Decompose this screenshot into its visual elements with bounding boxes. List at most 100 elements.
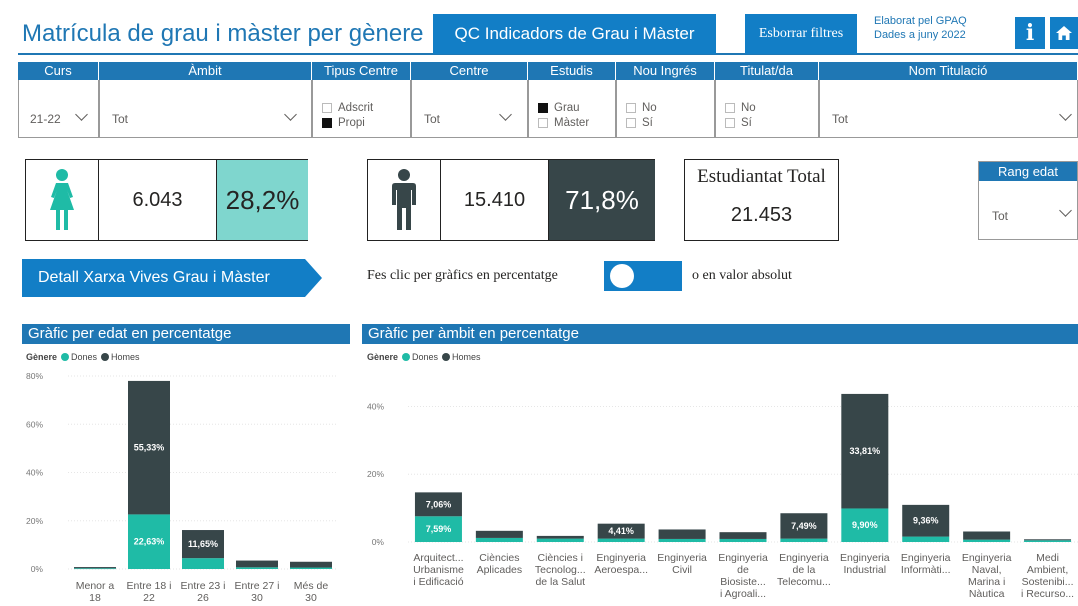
option-label: Sí <box>741 117 752 129</box>
bar-segment-dones[interactable] <box>902 536 950 542</box>
age-chart-legend: Gènere Dones Homes <box>26 352 140 362</box>
bar-segment-dones[interactable] <box>236 567 278 569</box>
total-students-card: Estudiantat Total 21.453 <box>684 159 839 241</box>
titulat-option-si[interactable]: Sí <box>725 117 752 129</box>
men-percent: 71,8% <box>549 160 655 240</box>
x-category-label: Sostenibi... <box>1022 576 1074 588</box>
x-category-label: Enginyeria <box>901 552 951 564</box>
bar-segment-homes[interactable] <box>74 567 116 569</box>
filter-estudis-header: Estudis <box>528 62 616 80</box>
checkbox <box>725 118 735 128</box>
nou-ingres-option-no[interactable]: No <box>626 102 657 114</box>
age-range-value: Tot <box>992 209 1009 223</box>
x-category-label: Urbanisme <box>413 564 464 576</box>
age-stacked-bar-chart: 0% 20% 40% 60% 80% Menor a18 22,63% 55,33% Entre… <box>26 371 338 604</box>
bar-segment-dones[interactable] <box>182 558 224 569</box>
x-category-label: 30 <box>251 592 263 604</box>
bar-segment-dones[interactable] <box>536 538 584 542</box>
option-label: No <box>741 102 756 114</box>
option-label: Propi <box>338 117 365 129</box>
nou-ingres-slicer: No Sí <box>616 80 715 138</box>
x-category-label: de la <box>793 564 816 576</box>
option-label: Grau <box>554 102 580 114</box>
x-category-label: Nàutica <box>969 588 1005 600</box>
centre-dropdown[interactable]: Tot <box>411 80 528 138</box>
chevron-down-icon <box>75 108 88 121</box>
x-category-label: Civil <box>672 564 692 576</box>
x-category-label: Enginyeria <box>596 552 646 564</box>
bar-segment-homes[interactable] <box>536 535 584 539</box>
x-category-label: Enginyeria <box>840 552 890 564</box>
data-label: 9,90% <box>852 520 878 530</box>
x-category-label: Telecomu... <box>777 576 831 588</box>
credits-text: Elaborat pel GPAQ Dades a juny 2022 <box>874 14 967 42</box>
bar-segment-homes[interactable] <box>236 560 278 568</box>
y-tick-label: 0% <box>31 564 44 574</box>
x-category-label: Enginyeria <box>718 552 768 564</box>
estudis-slicer: Grau Màster <box>528 80 616 138</box>
bar-segment-homes[interactable] <box>963 531 1011 540</box>
filter-tipus-centre-header: Tipus Centre <box>312 62 411 80</box>
bar-segment-homes[interactable] <box>658 529 706 539</box>
x-category-label: Menor a <box>76 580 115 592</box>
bar-segment-dones[interactable] <box>780 538 828 542</box>
female-figure <box>50 169 74 230</box>
age-range-dropdown[interactable]: Rang edat Tot <box>978 161 1078 240</box>
data-label: 7,49% <box>791 521 817 531</box>
x-category-label: 22 <box>143 592 155 604</box>
estudis-option-grau[interactable]: Grau <box>538 102 580 114</box>
x-category-label: Ambient, <box>1027 564 1068 576</box>
tipus-centre-option-adscrit[interactable]: Adscrit <box>322 102 373 114</box>
toggle-knob <box>610 264 634 288</box>
qc-indicators-button[interactable]: QC Indicadors de Grau i Màster <box>433 14 716 54</box>
bar-segment-homes[interactable] <box>475 530 523 538</box>
estudis-option-master[interactable]: Màster <box>538 117 589 129</box>
x-category-label: Medi <box>1036 552 1059 564</box>
y-tick-label: 20% <box>367 469 384 479</box>
nou-ingres-option-si[interactable]: Sí <box>626 117 653 129</box>
bar-segment-homes[interactable] <box>719 532 767 539</box>
ambit-dropdown[interactable]: Tot <box>99 80 312 138</box>
filter-curs-header: Curs <box>18 62 99 80</box>
x-category-label: i Agroali... <box>720 588 766 600</box>
info-icon[interactable]: i <box>1015 17 1045 49</box>
bar-segment-dones[interactable] <box>475 537 523 542</box>
age-range-header: Rang edat <box>979 162 1077 181</box>
clear-filters-button[interactable]: Esborrar filtres <box>745 14 857 54</box>
toggle-hint-after: o en valor absolut <box>692 268 792 283</box>
nom-titulacio-value: Tot <box>832 112 849 126</box>
y-tick-label: 40% <box>367 401 384 411</box>
bar-segment-dones[interactable] <box>1024 540 1072 542</box>
total-students-label: Estudiantat Total <box>697 166 826 187</box>
filter-ambit-header: Àmbit <box>99 62 312 80</box>
legend-title: Gènere <box>26 352 58 362</box>
x-category-label: Enginyeria <box>657 552 707 564</box>
curs-dropdown[interactable]: 21-22 <box>18 80 99 138</box>
legend-title: Gènere <box>367 352 399 362</box>
x-category-label: de la Salut <box>535 576 585 588</box>
bar-segment-homes[interactable] <box>1024 539 1072 541</box>
men-count: 15.410 <box>441 160 549 240</box>
x-category-label: Marina i <box>968 576 1005 588</box>
percent-absolute-toggle[interactable] <box>604 261 682 291</box>
bar-segment-dones[interactable] <box>74 568 116 570</box>
home-icon[interactable] <box>1050 17 1078 49</box>
female-icon <box>26 160 99 240</box>
detail-xarxa-vives-button[interactable]: Detall Xarxa Vives Grau i Màster <box>22 259 322 297</box>
nom-titulacio-dropdown[interactable]: Tot <box>819 80 1078 138</box>
bar-segment-dones[interactable] <box>963 539 1011 542</box>
bar-segment-homes[interactable] <box>290 561 332 568</box>
women-kpi-card: 6.043 28,2% <box>25 159 308 241</box>
tipus-centre-option-propi[interactable]: Propi <box>322 117 365 129</box>
toggle-hint-text: Fes clic per gràfics en percentatge <box>367 268 558 283</box>
bar-segment-dones[interactable] <box>658 538 706 542</box>
titulat-option-no[interactable]: No <box>725 102 756 114</box>
checkbox <box>626 103 636 113</box>
centre-value: Tot <box>424 112 441 126</box>
bar-segment-dones[interactable] <box>719 538 767 542</box>
bar-segment-dones[interactable] <box>597 538 645 542</box>
credit-line-2: Dades a juny 2022 <box>874 29 966 41</box>
bar-segment-dones[interactable] <box>290 567 332 569</box>
y-tick-label: 80% <box>26 371 43 381</box>
y-tick-label: 0% <box>372 537 385 547</box>
